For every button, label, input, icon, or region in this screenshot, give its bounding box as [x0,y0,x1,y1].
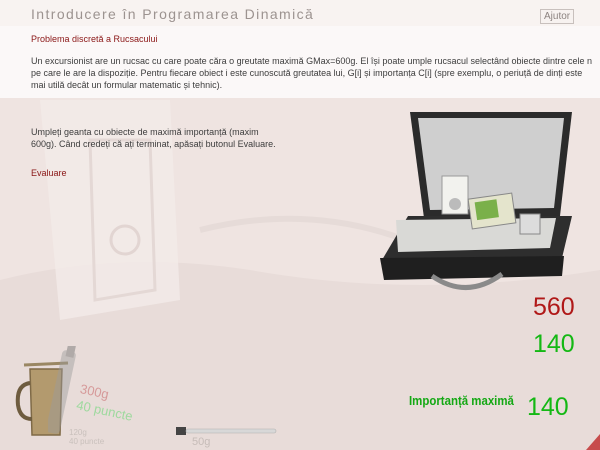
mug-weight-label: 120g [69,428,87,437]
mug-points-label: 40 puncte [69,437,105,446]
bag-icon[interactable] [372,108,574,300]
problem-title: Problema discretă a Rucsacului [31,34,158,44]
instructions-text: Umpleți geanta cu obiecte de maximă impo… [31,127,276,149]
current-weight: 560 [533,293,575,321]
current-importance: 140 [533,330,575,358]
toothbrush-weight-label: 50g [192,436,211,448]
problem-description: Un excursionist are un rucsac cu care po… [31,56,593,90]
corner-decoration [586,434,600,450]
help-button[interactable]: Ajutor [540,9,575,24]
evaluate-button[interactable]: Evaluare [31,168,67,178]
title-bar: Introducere în Programarea Dinamică Ajut… [0,0,600,26]
max-importance-label: Importanță maximă [409,393,514,408]
app-title: Introducere în Programarea Dinamică [31,6,315,22]
max-importance-value: 140 [527,393,569,421]
